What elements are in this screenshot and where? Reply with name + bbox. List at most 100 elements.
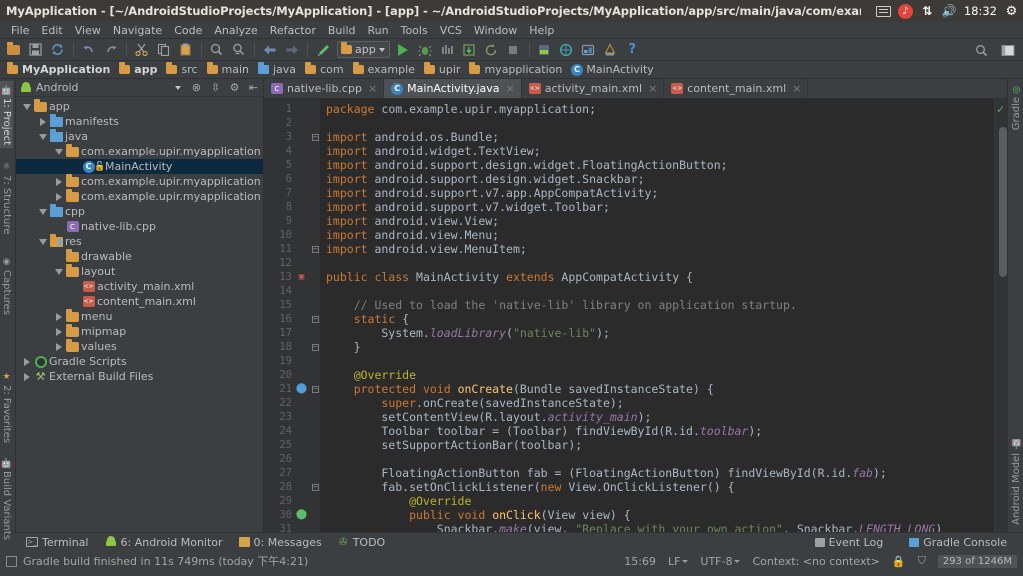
- sidebar-item-project[interactable]: 🤖 1: Project: [0, 81, 13, 149]
- bottom-tab-android-monitor[interactable]: 6: Android Monitor: [97, 535, 231, 550]
- run-button[interactable]: [393, 40, 414, 60]
- background-tasks-icon[interactable]: [6, 555, 17, 567]
- breadcrumb-item-myapplication[interactable]: MyApplication: [4, 62, 114, 78]
- back-icon[interactable]: [259, 40, 280, 60]
- code-line[interactable]: setContentView(R.layout.activity_main);: [320, 410, 995, 424]
- breadcrumb-item-mainactivity[interactable]: C MainActivity: [568, 62, 657, 78]
- breadcrumb-item-example[interactable]: example: [350, 62, 419, 78]
- read-only-lock-icon[interactable]: 🔒: [892, 555, 906, 568]
- code-line[interactable]: fab.setOnClickListener(new View.OnClickL…: [320, 480, 995, 494]
- code-line[interactable]: [320, 452, 995, 466]
- gear-icon[interactable]: ⚙: [1004, 4, 1019, 19]
- menu-run[interactable]: Run: [362, 23, 395, 38]
- tree-node[interactable]: mipmap: [16, 323, 263, 339]
- paste-icon[interactable]: [175, 40, 196, 60]
- menu-window[interactable]: Window: [468, 23, 523, 38]
- breadcrumb-item-app[interactable]: app: [116, 62, 161, 78]
- inspection-icon[interactable]: ⛉: [918, 554, 926, 568]
- chevron-right-icon[interactable]: [39, 117, 46, 126]
- menu-vcs[interactable]: VCS: [434, 23, 468, 38]
- chevron-right-icon[interactable]: [23, 372, 30, 381]
- menu-navigate[interactable]: Navigate: [107, 23, 168, 38]
- menu-tools[interactable]: Tools: [395, 23, 434, 38]
- menu-code[interactable]: Code: [168, 23, 208, 38]
- save-all-icon[interactable]: [25, 40, 46, 60]
- tree-node[interactable]: menu: [16, 308, 263, 324]
- code-content[interactable]: package com.example.upir.myapplication; …: [320, 99, 995, 532]
- tree-expander[interactable]: [52, 268, 65, 275]
- code-line[interactable]: import android.support.v7.widget.Toolbar…: [320, 200, 995, 214]
- tree-node[interactable]: ⚒ External Build Files: [16, 369, 263, 384]
- menu-refactor[interactable]: Refactor: [264, 23, 322, 38]
- code-line[interactable]: public class MainActivity extends AppCom…: [320, 270, 995, 284]
- code-line[interactable]: [320, 354, 995, 368]
- chevron-down-icon[interactable]: [38, 133, 47, 140]
- tree-expander[interactable]: [52, 342, 65, 351]
- chevron-right-icon[interactable]: [55, 177, 62, 186]
- fold-marker[interactable]: −: [310, 480, 320, 494]
- implementation-icon[interactable]: ⬤: [296, 508, 307, 522]
- tree-node[interactable]: Cnative-lib.cpp: [16, 219, 263, 234]
- hide-panel-icon[interactable]: ⇤: [246, 80, 261, 95]
- tree-expander[interactable]: [36, 133, 49, 140]
- sidebar-item-captures[interactable]: ◉ Captures: [0, 254, 13, 318]
- bottom-tab-event-log[interactable]: Event Log: [807, 535, 892, 550]
- code-line[interactable]: @Override: [320, 368, 995, 382]
- tab-activity-main-xml[interactable]: <> activity_main.xml ×: [522, 79, 665, 98]
- code-line[interactable]: import android.os.Bundle;: [320, 130, 995, 144]
- find-icon[interactable]: [206, 40, 227, 60]
- fold-marker[interactable]: −: [310, 340, 320, 354]
- bottom-tab-todo[interactable]: ✇ TODO: [330, 535, 394, 550]
- tree-expander[interactable]: [52, 148, 65, 155]
- menu-help[interactable]: Help: [523, 23, 560, 38]
- fold-marker[interactable]: −: [310, 312, 320, 326]
- run-configuration-selector[interactable]: app: [337, 41, 390, 58]
- code-line[interactable]: [320, 256, 995, 270]
- chevron-right-icon[interactable]: [23, 357, 30, 366]
- project-tree[interactable]: app manifests java com.example.upir.myappli…: [16, 97, 263, 532]
- code-line[interactable]: import android.view.View;: [320, 214, 995, 228]
- expand-all-icon[interactable]: ⇳: [208, 80, 223, 95]
- attach-debugger-button[interactable]: [459, 40, 480, 60]
- chevron-down-icon[interactable]: [54, 148, 63, 155]
- music-icon[interactable]: ♪: [897, 3, 913, 19]
- chevron-down-icon[interactable]: [38, 238, 47, 245]
- tree-expander[interactable]: [52, 192, 65, 201]
- chevron-right-icon[interactable]: [55, 342, 62, 351]
- tree-expander[interactable]: [52, 327, 65, 336]
- volume-icon[interactable]: 🔊: [942, 4, 957, 19]
- breadcrumb-item-myapplication-pkg[interactable]: myapplication: [466, 62, 566, 78]
- sync-icon[interactable]: [47, 40, 68, 60]
- settings-gear-icon[interactable]: ⚙: [227, 80, 242, 95]
- bottom-tab-terminal[interactable]: >_ Terminal: [18, 535, 97, 550]
- close-icon[interactable]: ×: [368, 82, 377, 95]
- tree-node[interactable]: com.example.upir.myapplication (androidT…: [16, 173, 263, 189]
- code-line[interactable]: 💡 // Used to load the 'native-lib' libra…: [320, 298, 995, 312]
- layout-inspector-icon[interactable]: [600, 40, 621, 60]
- line-number-gutter[interactable]: 1 2 3 4 5 6 7 8 9 10 11 12 ▣ 13 14 15 16 17 18 19 20 ⬤ 21 22 23 2…: [264, 99, 310, 532]
- tree-expander[interactable]: [20, 103, 33, 110]
- help-icon[interactable]: ?: [622, 40, 643, 60]
- breadcrumb-item-upir[interactable]: upir: [421, 62, 465, 78]
- tree-node[interactable]: res: [16, 233, 263, 249]
- sidebar-item-structure[interactable]: ⚛ 7: Structure: [0, 159, 13, 237]
- search-everywhere-icon[interactable]: [971, 40, 992, 60]
- code-line[interactable]: Snackbar.make(view, "Replace with your o…: [320, 522, 995, 532]
- code-line[interactable]: }: [320, 340, 995, 354]
- cut-icon[interactable]: [131, 40, 152, 60]
- tree-expander[interactable]: [52, 177, 65, 186]
- encoding-selector[interactable]: UTF-8: [700, 555, 741, 568]
- code-line[interactable]: [320, 284, 995, 298]
- code-line[interactable]: package com.example.upir.myapplication;: [320, 102, 995, 116]
- chevron-right-icon[interactable]: [55, 312, 62, 321]
- close-icon[interactable]: ×: [506, 82, 515, 95]
- tree-node[interactable]: C 🔓 MainActivity: [16, 159, 263, 174]
- sdk-manager-icon[interactable]: [534, 40, 555, 60]
- tree-node[interactable]: cpp: [16, 203, 263, 219]
- tree-node[interactable]: <> activity_main.xml: [16, 279, 263, 294]
- tree-expander[interactable]: [20, 372, 33, 381]
- tree-node[interactable]: com.example.upir.myapplication: [16, 143, 263, 159]
- code-line[interactable]: @Override: [320, 494, 995, 508]
- project-view-selector[interactable]: Android: [20, 81, 166, 94]
- chevron-down-icon[interactable]: [170, 80, 185, 95]
